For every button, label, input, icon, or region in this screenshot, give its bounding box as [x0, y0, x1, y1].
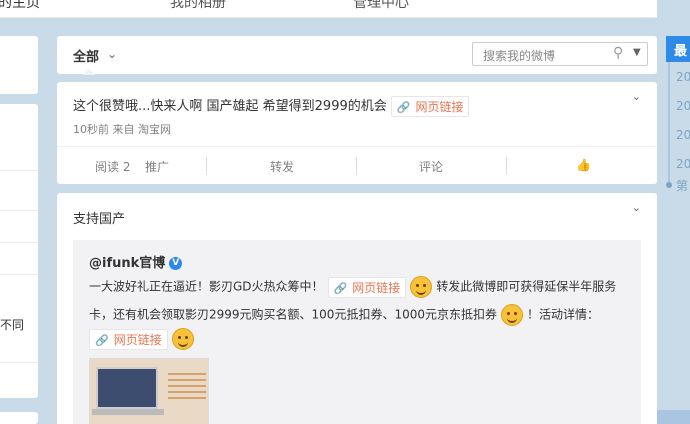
read-count: 阅读 2: [95, 160, 131, 174]
search-placeholder: 搜索我的微博: [483, 49, 556, 63]
tab-home[interactable]: 的主页: [0, 0, 40, 12]
repost-text-line3: 🔗 网页链接: [89, 328, 198, 350]
timeline-year[interactable]: 20: [676, 99, 690, 113]
left-card-top: [0, 36, 38, 94]
repost-text-line1: 一大波好礼正在逼近！影刃GD火热众筹中！ 🔗 网页链接 转发此微博即可获得延保半年服务: [89, 276, 616, 298]
laugh-emoji-icon: [171, 328, 194, 350]
left-card-bottom: [0, 412, 38, 424]
promote-button[interactable]: 推广: [145, 158, 169, 175]
comment-button[interactable]: 评论: [419, 158, 443, 175]
web-link[interactable]: 🔗 网页链接: [89, 328, 168, 350]
timeline-year[interactable]: 20: [676, 128, 690, 142]
top-tab-strip: 的主页 我的相册 管理中心: [0, 0, 657, 18]
post-text: 支持国产: [73, 212, 126, 227]
verified-badge-icon: V: [169, 257, 183, 270]
search-input[interactable]: 搜索我的微博 ⚲ ▼: [472, 42, 648, 66]
tab-albums[interactable]: 我的相册: [170, 0, 226, 12]
timeline-year[interactable]: 20: [676, 157, 690, 171]
post-meta: 10秒前 来自 淘宝网: [73, 121, 171, 137]
post-source[interactable]: 淘宝网: [138, 123, 171, 136]
search-icon[interactable]: ⚲: [613, 45, 623, 61]
left-card-menu: 不同: [0, 104, 38, 398]
feed-filter-bar: 全部 ⌄ 搜索我的微博 ⚲ ▼: [57, 36, 657, 75]
post-source-prefix: 来自: [112, 123, 135, 136]
chevron-down-icon[interactable]: ⌄: [632, 90, 641, 103]
repost-author[interactable]: @ifunk官博 V: [89, 252, 183, 271]
post-time[interactable]: 10秒前: [73, 123, 109, 136]
left-partial-text: 不同: [0, 318, 25, 332]
dropdown-arrow-icon[interactable]: ▼: [633, 47, 641, 58]
scroll-bottom-bar: [657, 410, 690, 424]
post-actions: 阅读 2 推广 转发 评论 👍: [57, 146, 657, 184]
feed-post: ⌄ 支持国产 @ifunk官博 V 一大波好礼正在逼近！影刃GD火热众筹中！ 🔗 网页…: [57, 193, 657, 424]
smile-emoji-icon: [410, 276, 433, 298]
like-thumb-icon[interactable]: 👍: [576, 158, 591, 172]
timeline-more[interactable]: 第: [676, 177, 688, 194]
reposted-content: @ifunk官博 V 一大波好礼正在逼近！影刃GD火热众筹中！ 🔗 网页链接 转发此微博…: [73, 240, 641, 424]
post-image-thumbnail[interactable]: [89, 358, 209, 424]
web-link[interactable]: 🔗 网页链接: [390, 96, 470, 117]
link-icon: 🔗: [396, 101, 411, 114]
chevron-down-icon[interactable]: ⌄: [632, 201, 641, 214]
filter-all-label[interactable]: 全部: [73, 46, 99, 65]
link-icon: 🔗: [95, 333, 109, 347]
repost-text-line2: 卡，还有机会领取影刃2999元购买名额、100元抵扣券、1000元京东抵扣券 ！活…: [89, 304, 599, 326]
timeline-year[interactable]: 20: [676, 70, 690, 84]
link-icon: 🔗: [333, 281, 348, 295]
year-timeline: 最 20 20 20 20 第: [666, 36, 690, 196]
post-text-content: 这个很赞哦...快来人啊 国产雄起 希望得到2999的机会: [73, 99, 387, 114]
timeline-dot: [666, 182, 672, 188]
filter-pointer: [83, 69, 95, 75]
repost-button[interactable]: 转发: [270, 158, 294, 175]
web-link[interactable]: 🔗 网页链接: [327, 276, 407, 298]
feed-post: ⌄ 这个很赞哦...快来人啊 国产雄起 希望得到2999的机会 🔗 网页链接 10秒…: [57, 82, 657, 184]
post-text: 这个很赞哦...快来人啊 国产雄起 希望得到2999的机会 🔗 网页链接: [73, 95, 470, 117]
chevron-down-icon[interactable]: ⌄: [107, 47, 117, 61]
grin-emoji-icon: [501, 304, 523, 326]
tab-manage[interactable]: 管理中心: [353, 0, 409, 12]
timeline-head[interactable]: 最: [666, 36, 690, 62]
